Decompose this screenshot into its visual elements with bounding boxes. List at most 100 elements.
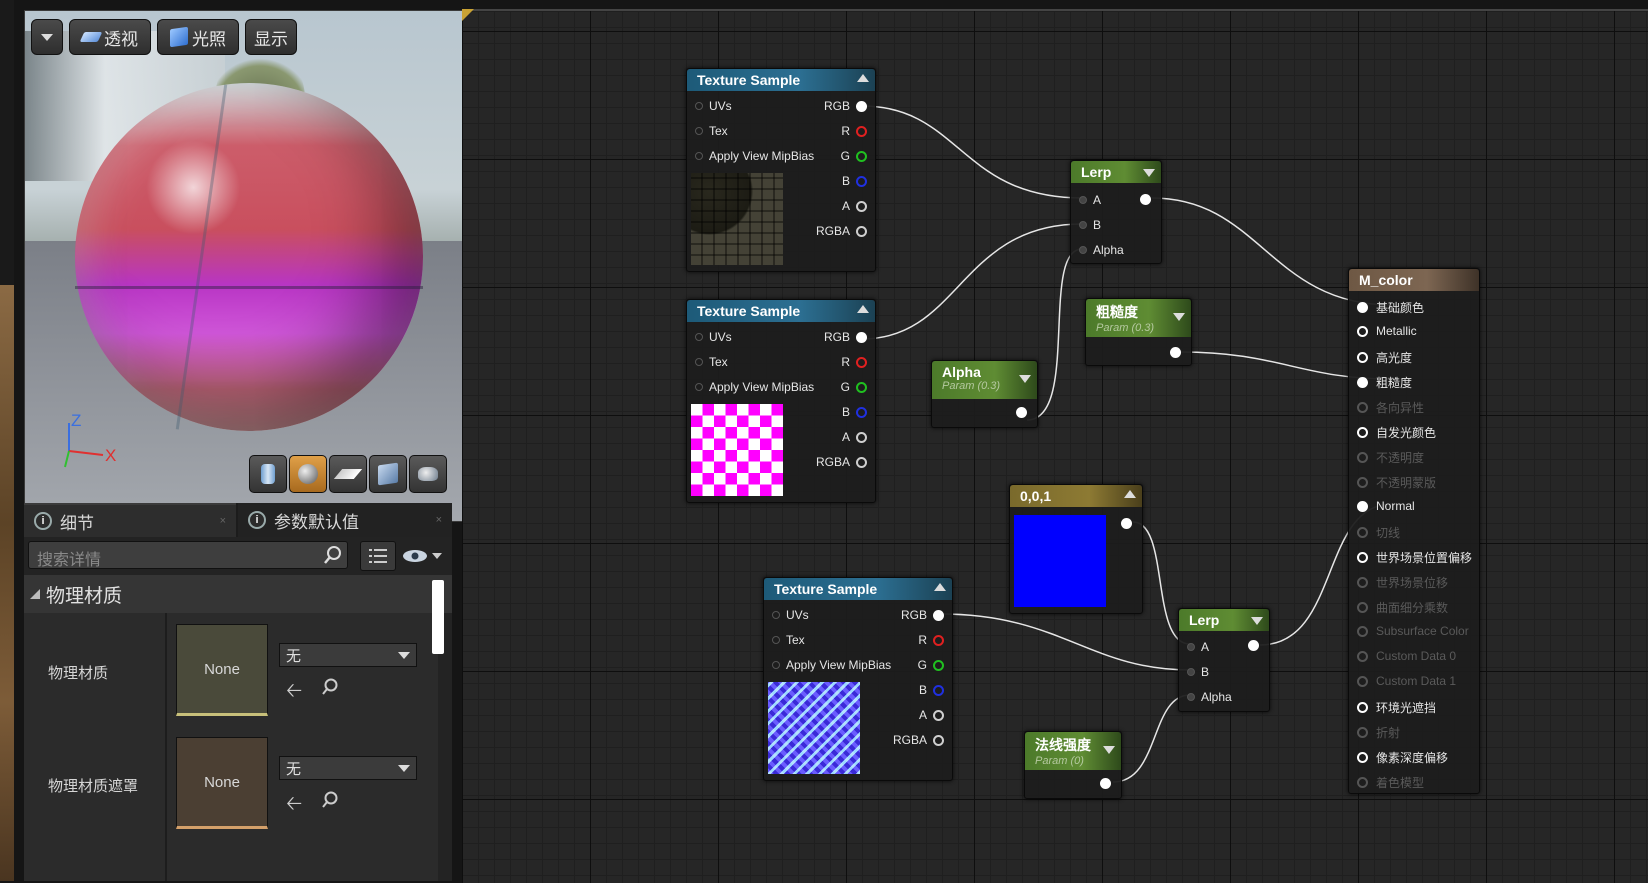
output-pin-rgba[interactable]: RGBA [893,733,944,747]
expand-arrow-icon[interactable] [1019,375,1031,383]
input-pin-mipbias[interactable]: Apply View MipBias [695,149,814,163]
material-pin-custom-data-0[interactable]: Custom Data 0 [1357,649,1456,663]
material-preview-viewport[interactable]: 透视 光照 显示 Z X [24,10,476,522]
collapse-arrow-icon[interactable] [1124,490,1136,498]
material-pin-emissive[interactable]: 自发光颜色 [1357,424,1436,441]
browse-search-icon[interactable] [320,790,340,810]
output-pin-r[interactable]: R [841,124,867,138]
expand-arrow-icon[interactable] [1103,746,1115,754]
category-header[interactable]: 物理材质 [24,575,452,613]
details-scrollbar-thumb[interactable] [432,580,444,654]
output-pin-rgba[interactable]: RGBA [816,224,867,238]
input-pin-a[interactable]: A [1079,193,1101,207]
output-pin-rgb[interactable]: RGB [824,99,867,113]
material-pin-opacity-mask[interactable]: 不透明蒙版 [1357,474,1436,491]
input-pin-a[interactable]: A [1187,640,1209,654]
collapse-arrow-icon[interactable] [934,583,946,591]
scalar-parameter-node[interactable]: Alpha Param (0.3) [931,360,1038,428]
input-pin-tex[interactable]: Tex [695,355,728,369]
output-pin-rgba[interactable]: RGBA [816,455,867,469]
expand-arrow-icon[interactable] [1143,169,1155,177]
output-pin-g[interactable]: G [841,380,867,394]
input-pin-alpha[interactable]: Alpha [1187,690,1232,704]
material-pin-world-displacement[interactable]: 世界场景位移 [1357,574,1448,591]
output-pin[interactable] [1016,407,1027,418]
perspective-button[interactable]: 透视 [69,19,151,55]
output-pin[interactable] [1100,778,1111,789]
constant3vector-node[interactable]: 0,0,1 [1009,484,1143,614]
input-pin-uvs[interactable]: UVs [772,608,809,622]
node-header[interactable]: M_color [1349,269,1479,291]
lerp-node[interactable]: Lerp A B Alpha [1070,160,1162,264]
texture-sample-node[interactable]: Texture Sample UVs Tex Apply View MipBia… [686,68,876,272]
material-pin-base-color[interactable]: 基础颜色 [1357,299,1424,316]
texture-sample-node[interactable]: Texture Sample UVs Tex Apply View MipBia… [686,299,876,503]
collapse-arrow-icon[interactable] [857,305,869,313]
output-pin-b[interactable]: B [842,405,867,419]
asset-thumbnail[interactable]: None [176,624,268,716]
output-pin[interactable] [1248,640,1259,651]
tab-details[interactable]: i 细节 × [24,503,236,537]
use-selected-arrow-icon[interactable]: 🡠 [286,789,302,823]
output-pin-r[interactable]: R [841,355,867,369]
input-pin-uvs[interactable]: UVs [695,330,732,344]
preview-sphere-button[interactable] [289,455,327,493]
node-header[interactable]: Texture Sample [687,69,875,91]
output-pin[interactable] [1140,194,1151,205]
material-pin-opacity[interactable]: 不透明度 [1357,449,1424,466]
output-pin-g[interactable]: G [918,658,944,672]
asset-picker-combo[interactable]: 无 [279,756,417,780]
node-header[interactable]: Lerp [1071,161,1161,183]
input-pin-mipbias[interactable]: Apply View MipBias [695,380,814,394]
preview-cylinder-button[interactable] [249,455,287,493]
material-pin-specular[interactable]: 高光度 [1357,349,1412,366]
output-pin-rgb[interactable]: RGB [824,330,867,344]
node-header[interactable]: 法线强度 Param (0) [1025,732,1121,770]
expand-arrow-icon[interactable] [1173,313,1185,321]
material-pin-tessellation-multiplier[interactable]: 曲面细分乘数 [1357,599,1448,616]
node-header[interactable]: Alpha Param (0.3) [932,361,1037,399]
node-header[interactable]: Texture Sample [687,300,875,322]
close-icon[interactable]: × [436,514,442,526]
material-pin-pixel-depth-offset[interactable]: 像素深度偏移 [1357,749,1448,766]
viewport-options-dropdown[interactable] [31,19,63,55]
output-pin-b[interactable]: B [842,174,867,188]
lit-mode-button[interactable]: 光照 [157,19,239,55]
collapse-arrow-icon[interactable] [857,74,869,82]
node-header[interactable]: Lerp [1179,609,1269,631]
input-pin-alpha[interactable]: Alpha [1079,243,1124,257]
material-pin-normal[interactable]: Normal [1357,499,1415,513]
output-pin-r[interactable]: R [918,633,944,647]
material-pin-anisotropy[interactable]: 各向异性 [1357,399,1424,416]
node-header[interactable]: Texture Sample [764,578,952,600]
material-pin-roughness[interactable]: 粗糙度 [1357,374,1412,391]
output-pin-a[interactable]: A [842,430,867,444]
output-pin[interactable] [1121,518,1132,529]
material-pin-metallic[interactable]: Metallic [1357,324,1417,338]
close-icon[interactable]: × [220,515,226,527]
expand-arrow-icon[interactable] [1251,617,1263,625]
material-pin-tangent[interactable]: 切线 [1357,524,1400,541]
preview-cube-button[interactable] [369,455,407,493]
input-pin-uvs[interactable]: UVs [695,99,732,113]
preview-teapot-button[interactable] [409,455,447,493]
node-header[interactable]: 粗糙度 Param (0.3) [1086,299,1191,337]
output-pin-a[interactable]: A [842,199,867,213]
preview-plane-button[interactable] [329,455,367,493]
scalar-parameter-node[interactable]: 粗糙度 Param (0.3) [1085,298,1192,366]
lerp-node[interactable]: Lerp A B Alpha [1178,608,1270,712]
material-pin-ambient-occlusion[interactable]: 环境光遮挡 [1357,699,1436,716]
input-pin-mipbias[interactable]: Apply View MipBias [772,658,891,672]
input-pin-b[interactable]: B [1079,218,1101,232]
texture-sample-node[interactable]: Texture Sample UVs Tex Apply View MipBia… [763,577,953,781]
input-pin-b[interactable]: B [1187,665,1209,679]
browse-search-icon[interactable] [320,677,340,697]
output-pin-a[interactable]: A [919,708,944,722]
search-input[interactable]: 搜索详情 [28,541,348,569]
material-pin-shading-model[interactable]: 着色模型 [1357,774,1424,791]
node-header[interactable]: 0,0,1 [1010,485,1142,507]
show-button[interactable]: 显示 [245,19,297,55]
material-pin-world-position-offset[interactable]: 世界场景位置偏移 [1357,549,1472,566]
output-pin-b[interactable]: B [919,683,944,697]
view-options-button[interactable] [402,544,448,568]
